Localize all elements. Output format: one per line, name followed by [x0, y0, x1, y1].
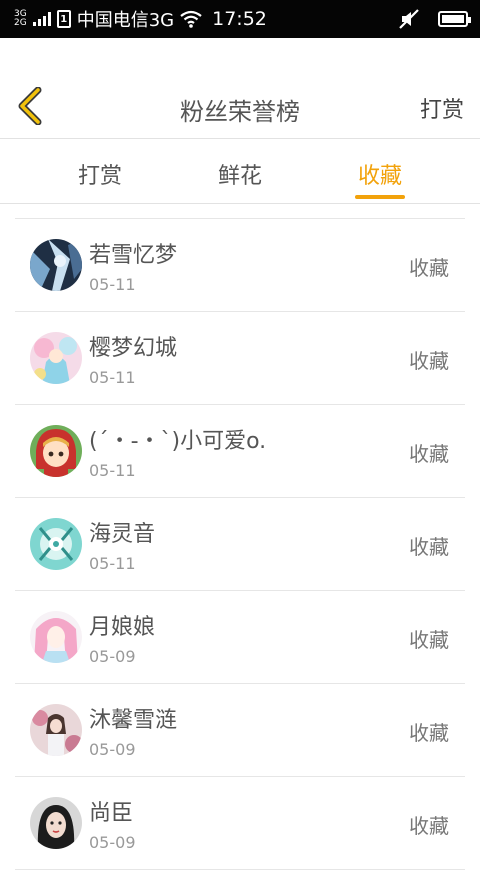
favorite-label: 收藏 [409, 349, 449, 373]
avatar [30, 797, 82, 849]
fan-name: 月娘娘 [89, 615, 156, 640]
mute-icon [399, 9, 419, 29]
avatar [30, 518, 82, 570]
favorite-label: 收藏 [409, 256, 449, 280]
fan-name: 海灵音 [89, 522, 156, 547]
tab-flowers[interactable]: 鲜花 [215, 139, 265, 203]
list-item[interactable]: 若雪忆梦 05-11 收藏 [15, 219, 465, 312]
battery-icon [438, 11, 471, 27]
fan-name: (´・-・`)小可爱o. [89, 429, 267, 454]
tab-active-indicator [355, 195, 405, 199]
fan-name: 樱梦幻城 [89, 336, 178, 361]
fan-name: 若雪忆梦 [89, 243, 178, 268]
tab-label: 鲜花 [217, 164, 262, 189]
favorite-label: 收藏 [409, 628, 449, 652]
favorite-label: 收藏 [409, 442, 449, 466]
tab-label: 打赏 [77, 164, 122, 189]
clock: 17:52 [212, 8, 267, 30]
fan-date: 05-09 [89, 647, 136, 666]
network-type: 3G 2G [14, 10, 27, 28]
carrier-name: 中国电信3G [76, 10, 175, 31]
tab-favorites[interactable]: 收藏 [355, 139, 405, 203]
list-item[interactable]: 樱梦幻城 05-11 收藏 [15, 312, 465, 405]
tabs-divider [0, 203, 480, 204]
favorite-label: 收藏 [409, 721, 449, 745]
avatar [30, 611, 82, 663]
fan-list: 若雪忆梦 05-11 收藏 樱梦幻城 05-11 收藏 (´・-・`)小可爱o.… [15, 218, 465, 870]
avatar [30, 239, 82, 291]
fan-date: 05-09 [89, 833, 136, 852]
fan-date: 05-11 [89, 554, 136, 573]
tab-reward[interactable]: 打赏 [75, 139, 125, 203]
network-bottom: 2G [14, 18, 27, 28]
avatar [30, 704, 82, 756]
status-left: 3G 2G 1 中国电信3G 17:52 [14, 0, 267, 38]
fan-name: 沐馨雪涟 [89, 708, 178, 733]
list-item[interactable]: (´・-・`)小可爱o. 05-11 收藏 [15, 405, 465, 498]
status-right [398, 0, 471, 38]
list-item[interactable]: 月娘娘 05-09 收藏 [15, 591, 465, 684]
avatar [30, 425, 82, 477]
status-bar: 3G 2G 1 中国电信3G 17:52 [0, 0, 480, 38]
fan-date: 05-11 [89, 461, 136, 480]
avatar [30, 332, 82, 384]
app-header: 粉丝荣誉榜 打赏 [0, 38, 480, 138]
favorite-label: 收藏 [409, 814, 449, 838]
list-item[interactable]: 海灵音 05-11 收藏 [15, 498, 465, 591]
favorite-label: 收藏 [409, 535, 449, 559]
tab-bar: 打赏 鲜花 收藏 [0, 139, 480, 203]
page-title: 粉丝荣誉榜 [180, 98, 300, 126]
tab-label: 收藏 [357, 164, 402, 189]
signal-icon [32, 12, 51, 26]
fan-date: 05-09 [89, 740, 136, 759]
fan-date: 05-11 [89, 275, 136, 294]
fan-date: 05-11 [89, 368, 136, 387]
reward-button[interactable]: 打赏 [420, 92, 464, 124]
list-item[interactable]: 沐馨雪涟 05-09 收藏 [15, 684, 465, 777]
fan-name: 尚臣 [89, 801, 134, 826]
sim-card-icon: 1 [56, 10, 71, 28]
list-item[interactable]: 尚臣 05-09 收藏 [15, 777, 465, 870]
wifi-icon [180, 10, 202, 28]
